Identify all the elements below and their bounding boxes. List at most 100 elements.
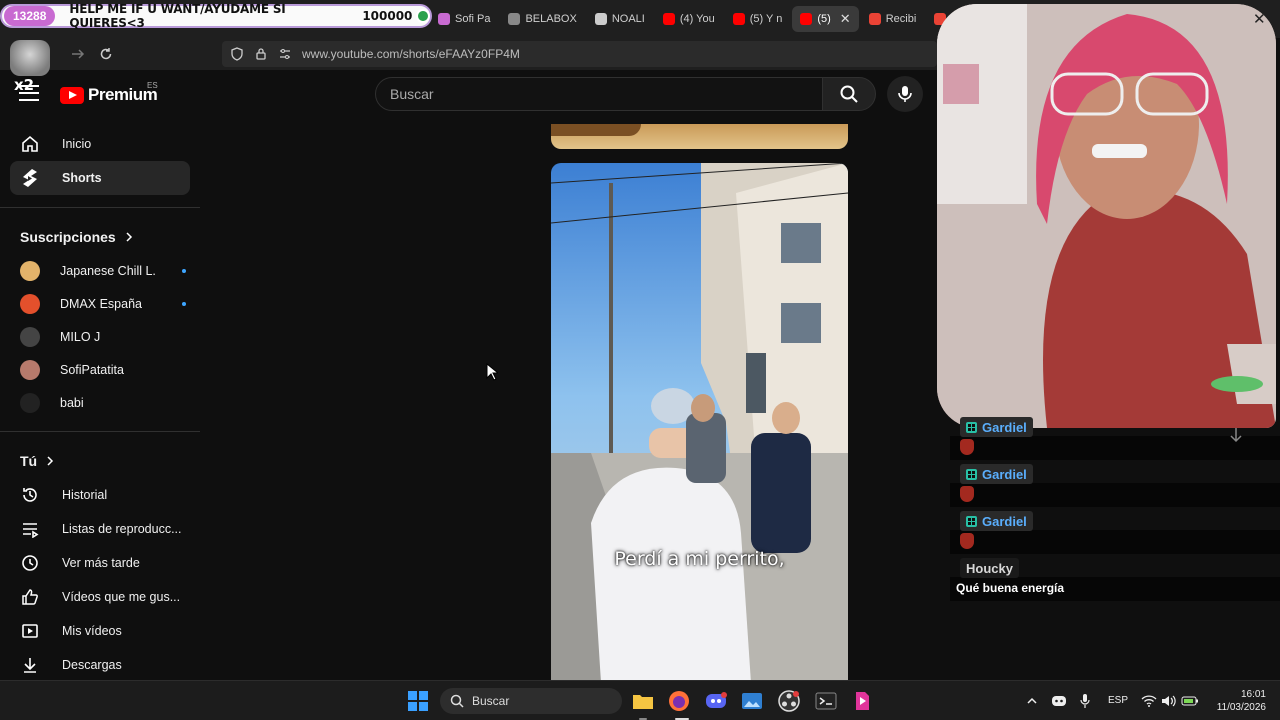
stream-chat: Gardiel Gardiel Gardiel Houcky Qué buena ene… xyxy=(950,417,1280,605)
previous-short-thumbnail[interactable] xyxy=(551,124,848,149)
new-content-dot-icon xyxy=(182,301,186,306)
input-language[interactable]: ESP xyxy=(1108,695,1128,706)
subscription-item[interactable]: DMAX España xyxy=(0,287,200,320)
sidebar-item-playlist[interactable]: Listas de reproducc... xyxy=(10,512,190,546)
browser-tab[interactable]: Recibi xyxy=(861,6,925,32)
battery-icon[interactable] xyxy=(1178,689,1202,713)
sidebar-item-label: Historial xyxy=(62,488,108,502)
discord-tray-icon[interactable] xyxy=(1047,689,1071,713)
tab-label: (5) xyxy=(817,13,831,25)
sidebar-item-shorts[interactable]: Shorts xyxy=(10,161,190,195)
chat-message-background xyxy=(950,483,1280,507)
browser-tab[interactable]: (5) ✕ xyxy=(792,6,859,32)
taskbar-search-placeholder: Buscar xyxy=(472,694,510,708)
browser-tab[interactable]: Sofi Pa xyxy=(430,6,498,32)
obs-icon[interactable] xyxy=(777,689,801,713)
clock-date: 11/03/2026 xyxy=(1216,702,1266,713)
reload-button[interactable] xyxy=(92,40,120,68)
sidebar-divider xyxy=(0,207,200,208)
search-box[interactable] xyxy=(375,77,823,111)
browser-tab[interactable]: (4) You xyxy=(655,6,723,32)
subscriber-badge-icon xyxy=(966,421,977,433)
webcam-image xyxy=(937,4,1276,428)
subscriptions-title: Suscripciones xyxy=(20,229,116,245)
channel-avatar xyxy=(20,293,40,314)
taskbar-search[interactable]: Buscar xyxy=(440,688,622,714)
streamer-webcam xyxy=(937,4,1276,428)
sidebar-item-label: Inicio xyxy=(62,137,92,151)
subscription-item[interactable]: MILO J xyxy=(0,320,200,353)
address-bar[interactable]: www.youtube.com/shorts/eFAAYz0FP4M xyxy=(222,41,937,67)
browser-tab[interactable]: NOALI xyxy=(587,6,653,32)
tab-label: (4) You xyxy=(679,13,715,25)
scroll-down-icon[interactable] xyxy=(1226,425,1246,445)
tab-label: Sofi Pa xyxy=(455,13,491,25)
clock-icon xyxy=(20,553,40,573)
youtube-logo[interactable]: Premium xyxy=(60,85,158,105)
close-icon[interactable]: ✕ xyxy=(1253,10,1266,28)
donation-goal-banner: 13288 HELP ME IF U WANT/AYUDAME SI QUIER… xyxy=(0,2,432,30)
sidebar-item-clock[interactable]: Ver más tarde xyxy=(10,546,190,580)
sidebar-item-download[interactable]: Descargas xyxy=(10,648,190,682)
voice-search-button[interactable] xyxy=(887,76,923,112)
reload-icon xyxy=(100,48,112,60)
shield-icon xyxy=(231,47,243,61)
new-content-dot-icon xyxy=(182,268,186,273)
microphone-icon[interactable] xyxy=(1073,689,1097,713)
site-settings-icon xyxy=(280,49,290,59)
home-icon xyxy=(20,134,40,154)
playlist-icon xyxy=(20,519,40,539)
sidebar-item-label: Mis vídeos xyxy=(62,624,122,638)
tab-favicon-icon xyxy=(508,13,521,25)
shorts-icon xyxy=(20,168,40,188)
search-button[interactable] xyxy=(822,77,876,111)
windows-start-icon[interactable] xyxy=(406,689,430,713)
tab-favicon-icon xyxy=(800,13,813,25)
streamer-pet-sticker xyxy=(10,40,50,76)
forward-button[interactable] xyxy=(64,40,92,68)
search-icon xyxy=(840,85,858,103)
search-input[interactable] xyxy=(390,86,822,102)
chat-message: Houcky Qué buena energía xyxy=(950,558,1280,605)
chat-username-text: Houcky xyxy=(966,560,1013,576)
url-text: www.youtube.com/shorts/eFAAYz0FP4M xyxy=(302,47,520,61)
browser-tab[interactable]: (5) Y n xyxy=(725,6,791,32)
subscription-item[interactable]: babi xyxy=(0,386,200,419)
tab-close-icon[interactable]: ✕ xyxy=(840,11,851,27)
sidebar-item-video[interactable]: Mis vídeos xyxy=(10,614,190,648)
subscription-item[interactable]: Japanese Chill L... xyxy=(0,254,200,287)
sidebar-divider xyxy=(0,431,200,432)
subscriber-badge-icon xyxy=(966,515,977,527)
taskbar-clock[interactable]: 16:01 11/03/2026 xyxy=(1206,688,1266,714)
firefox-icon[interactable] xyxy=(667,689,691,713)
region-code: ES xyxy=(147,81,158,90)
browser-tab[interactable]: BELABOX xyxy=(500,6,584,32)
tab-favicon-icon xyxy=(594,13,607,25)
tab-favicon-icon xyxy=(438,13,450,25)
chat-username-text: Gardiel xyxy=(982,419,1027,435)
chat-username-text: Gardiel xyxy=(982,513,1027,529)
sidebar-item-label: Shorts xyxy=(62,171,102,185)
short-video-player[interactable]: Perdí a mi perrito, xyxy=(551,163,848,683)
sidebar-item-like[interactable]: Vídeos que me gus... xyxy=(10,580,190,614)
sidebar-item-inicio[interactable]: Inicio xyxy=(10,127,190,161)
terminal-icon[interactable] xyxy=(814,689,838,713)
file-explorer-icon[interactable] xyxy=(631,689,655,713)
discord-icon[interactable] xyxy=(704,689,728,713)
menu-icon[interactable] xyxy=(19,85,39,101)
you-header[interactable]: Tú xyxy=(0,444,200,478)
channel-name: DMAX España xyxy=(60,296,142,311)
photos-icon[interactable] xyxy=(740,689,764,713)
tab-favicon-icon xyxy=(662,13,675,25)
channel-avatar xyxy=(20,392,40,413)
windows-taskbar: Buscar ESP 16:01 11/03/2026 xyxy=(0,680,1280,720)
subscription-item[interactable]: SofiPatatita xyxy=(0,353,200,386)
chat-username: Gardiel xyxy=(960,417,1033,437)
chat-emote-icon xyxy=(960,439,974,455)
goal-indicator-icon xyxy=(416,9,430,23)
tab-favicon-icon xyxy=(868,13,881,25)
sidebar-item-history[interactable]: Historial xyxy=(10,478,190,512)
chevron-up-icon[interactable] xyxy=(1020,689,1044,713)
subscriptions-header[interactable]: Suscripciones xyxy=(0,220,200,254)
streaming-app-icon[interactable] xyxy=(850,689,874,713)
